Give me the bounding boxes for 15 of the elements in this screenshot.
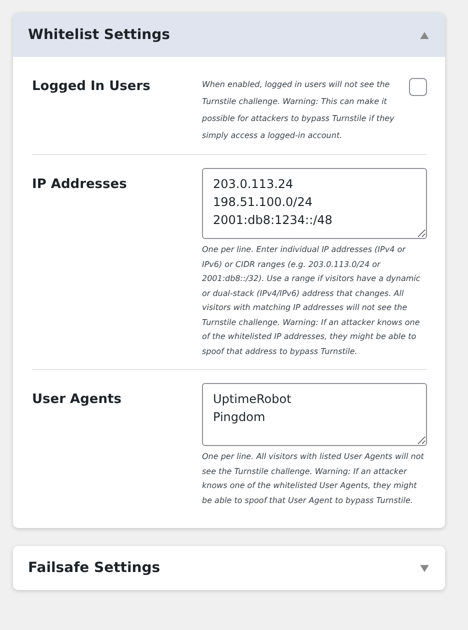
field-label: User Agents	[32, 392, 122, 409]
field-label: Logged In Users	[32, 79, 152, 96]
field-description: One per line. Enter individual IP addresses (IPv4 or IPv6) or CIDR ranges (e.g. 203.0.113.0/24 or 2001:db8::/32). Use a range if visitors have a dynamic or dual-stack (IPv4/IPv6) address that changes. All visitors with matching IP addresses will not see the Turnstile challenge. Warning: If an attacker knows one of the whitelisted IP addresses, they might be able to spoof that address to bypass Turnstile.	[202, 244, 422, 358]
text-area[interactable]: 203.0.113.24 198.51.100.0/24 2001:db8:1234::/48	[202, 168, 427, 239]
section-title: Failsafe Settings	[28, 560, 160, 576]
section-title: Whitelist Settings	[28, 27, 170, 43]
checkbox[interactable]	[409, 78, 427, 96]
field-label: IP Addresses	[32, 177, 128, 194]
section-header[interactable]: Whitelist Settings	[13, 13, 445, 57]
field-description: When enabled, logged in users will not see the Turnstile challenge. Warning: This can make it possible for attackers to bypass Turnstile if they simply access a logged-in account.	[202, 79, 396, 142]
triangle-icon	[420, 564, 429, 572]
text-area[interactable]: UptimeRobot Pingdom	[202, 383, 427, 446]
triangle-icon	[420, 32, 429, 38]
field-description: One per line. All visitors with listed User Agents will not see the Turnstile challenge. Warning: If an attacker knows one of the whitelisted User Agents, they might be able to spoof that User Agent to bypass Turnstile.	[202, 451, 425, 507]
section-header[interactable]: Failsafe Settings	[13, 546, 445, 590]
